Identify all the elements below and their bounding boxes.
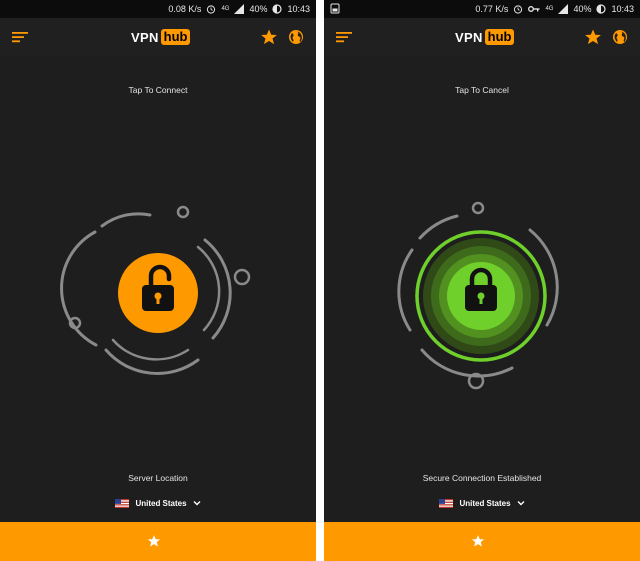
us-flag-icon <box>115 498 130 508</box>
status-bar: 0.08 K/s 4G 40% 10:43 <box>0 0 316 18</box>
battery-icon <box>272 4 283 14</box>
tap-to-connect-text: Tap To Connect <box>128 85 188 95</box>
alarm-icon <box>207 5 216 14</box>
logo-text-hub: hub <box>160 29 191 45</box>
app-logo: VPN hub <box>455 28 515 46</box>
battery-icon <box>596 4 607 14</box>
country-selector[interactable]: United States <box>0 496 316 510</box>
favorites-star-icon[interactable] <box>584 28 602 46</box>
logo-text-vpn: VPN <box>131 29 159 45</box>
clock-time: 10:43 <box>287 4 310 14</box>
battery-level: 40% <box>573 4 592 14</box>
app-logo: VPN hub <box>131 28 191 46</box>
vpn-screen-disconnected: 0.08 K/s 4G 40% 10:43 VPN hub Tap To Con… <box>0 0 316 561</box>
us-flag-icon <box>439 498 454 508</box>
country-selector[interactable]: United States <box>324 496 640 510</box>
network-type: 4G <box>221 6 230 12</box>
network-speed: 0.08 K/s <box>168 4 202 14</box>
country-name: United States <box>135 498 187 508</box>
chevron-down-icon <box>517 501 525 506</box>
chevron-down-icon <box>193 501 201 506</box>
app-header: VPN hub <box>0 18 316 56</box>
bottom-favorites-bar[interactable] <box>324 522 640 561</box>
favorites-star-icon[interactable] <box>260 28 278 46</box>
signal-icon <box>234 4 245 14</box>
vpn-screen-connected: 0.77 K/s 4G 40% 10:43 VPN hub Tap To Can… <box>324 0 640 561</box>
globe-icon[interactable] <box>612 29 628 45</box>
tap-to-cancel-text: Tap To Cancel <box>455 85 509 95</box>
connection-status-label: Secure Connection Established <box>422 473 542 483</box>
vpn-key-icon <box>528 6 540 12</box>
logo-text-vpn: VPN <box>455 29 483 45</box>
connect-lock-button[interactable] <box>38 190 278 400</box>
globe-icon[interactable] <box>288 29 304 45</box>
notification-icon <box>330 3 340 14</box>
signal-icon <box>558 4 569 14</box>
country-name: United States <box>459 498 511 508</box>
connected-lock-button[interactable] <box>362 190 602 400</box>
menu-icon[interactable] <box>11 28 29 46</box>
alarm-icon <box>514 5 523 14</box>
star-icon <box>147 535 161 547</box>
menu-icon[interactable] <box>335 28 353 46</box>
logo-text-hub: hub <box>484 29 515 45</box>
server-location-label: Server Location <box>128 473 188 483</box>
status-bar: 0.77 K/s 4G 40% 10:43 <box>324 0 640 18</box>
network-type: 4G <box>545 6 554 12</box>
clock-time: 10:43 <box>611 4 634 14</box>
app-header: VPN hub <box>324 18 640 56</box>
battery-level: 40% <box>249 4 268 14</box>
network-speed: 0.77 K/s <box>475 4 509 14</box>
star-icon <box>471 535 485 547</box>
bottom-favorites-bar[interactable] <box>0 522 316 561</box>
